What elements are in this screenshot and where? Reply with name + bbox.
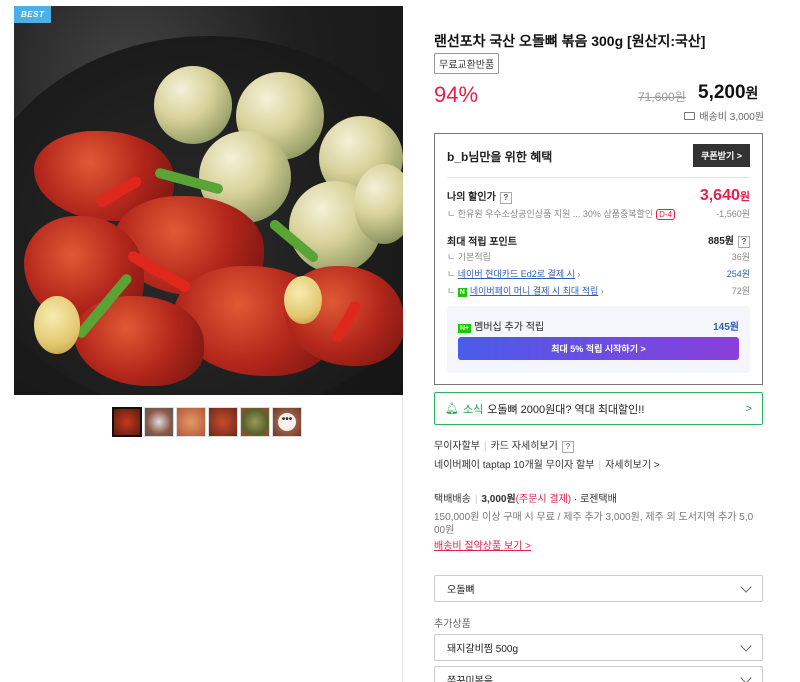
- addon-label: 추가상품: [434, 619, 471, 630]
- card-view-link[interactable]: 카드 자세히보기: [491, 441, 558, 452]
- benefit-box: b_b님만을 위한 혜택 쿠폰받기 > 나의 할인가? 3,640원 ㄴ 한유원…: [434, 133, 763, 385]
- benefit-header: b_b님만을 위한 혜택: [447, 150, 553, 164]
- npay-points-link[interactable]: 네이버페이 머니 결제 시 최대 적립: [470, 286, 598, 296]
- food-image: [14, 36, 403, 395]
- addon-select-2-value: 쭈꾸미볶음: [447, 676, 493, 682]
- sale-price-unit: 원: [745, 85, 759, 101]
- thumbnail-5[interactable]: [240, 407, 270, 437]
- coupon-button[interactable]: 쿠폰받기 >: [693, 144, 750, 167]
- membership-label: 멤버십 추가 적립: [474, 322, 545, 333]
- my-price-value: 3,640: [699, 187, 740, 204]
- notice-prefix: 소식: [462, 403, 484, 416]
- shipping-saving-link[interactable]: 배송비 절약상품 보기 >: [434, 537, 531, 552]
- taptap-row: 네이버페이 taptap 10개월 무이자 할부 | 자세히보기 >: [434, 460, 660, 471]
- help-icon[interactable]: ?: [499, 192, 512, 204]
- my-price-label: 나의 할인가: [447, 192, 496, 203]
- chevron-down-icon: [740, 580, 752, 593]
- my-price-row: 나의 할인가? 3,640원: [447, 187, 750, 205]
- payment-row: 무이자할부 | 카드 자세히보기?: [434, 437, 574, 453]
- thumbnail-3[interactable]: [176, 407, 206, 437]
- thumbnail-4[interactable]: [208, 407, 238, 437]
- help-icon[interactable]: ?: [738, 236, 750, 248]
- notice-banner[interactable]: 🔔︎ 소식 오돌뼈 2000원대? 역대 최대할인!! >: [434, 392, 763, 425]
- shipping-fee-text: 배송비 3,000원: [699, 112, 764, 123]
- delivery-fee-note: (주문시 결제): [515, 494, 572, 505]
- my-price: 3,640원: [700, 187, 750, 205]
- delivery-type: 택배배송: [434, 494, 471, 505]
- delivery-condition-1: 150,000원 이상 구매 시 무료 / 제주 추가 3,000원, 제주 외…: [434, 512, 754, 523]
- product-image-column: BEST •••: [14, 6, 403, 682]
- sale-price: 5,200원: [698, 82, 758, 104]
- bell-icon: 🔔︎: [445, 403, 459, 415]
- dday-badge: D-4: [656, 209, 676, 220]
- points-label: 최대 적립 포인트: [447, 236, 517, 248]
- original-price: 71,600원: [638, 90, 686, 104]
- option-select[interactable]: 오돌뼈: [434, 575, 763, 602]
- npay-points-value: 72원: [731, 286, 750, 296]
- thumbnail-2[interactable]: [144, 407, 174, 437]
- product-title: 랜선포차 국산 오돌뼈 볶음 300g [원산지:국산]: [434, 33, 706, 49]
- help-icon[interactable]: ?: [561, 441, 574, 453]
- sale-price-value: 5,200: [698, 82, 746, 103]
- discount-desc: 한유원 우수소상공인상품 지원 ... 30% 상품중복할인: [457, 209, 654, 219]
- notice-text: 오돌뼈 2000원대? 역대 최대할인!!: [487, 403, 645, 416]
- chevron-down-icon: [740, 639, 752, 652]
- discount-rate: 94%: [434, 82, 479, 107]
- addon-select-1[interactable]: 돼지갈비찜 500g: [434, 634, 763, 661]
- membership-value: 145원: [713, 322, 739, 333]
- shipping-fee: 배송비 3,000원: [684, 108, 764, 123]
- thumbnail-strip: •••: [112, 407, 302, 437]
- chevron-right-icon: ›: [600, 286, 604, 296]
- npay-icon: N: [457, 288, 467, 297]
- discount-detail-row: ㄴ 한유원 우수소상공인상품 지원 ... 30% 상품중복할인 D-4 -1,5…: [447, 209, 750, 220]
- divider: [447, 177, 750, 178]
- membership-box: N+ 멤버십 추가 적립 145원 최대 5% 적립 시작하기 >: [447, 306, 750, 373]
- taptap-label: 네이버페이 taptap 10개월 무이자 할부: [434, 460, 595, 471]
- delivery-condition-2: 00원: [434, 525, 455, 536]
- card-points-row: ㄴ 네이버 현대카드 Ed2로 결제 시 › 254원: [447, 269, 750, 279]
- thumbnail-1[interactable]: [112, 407, 142, 437]
- product-main-image[interactable]: BEST: [14, 6, 403, 395]
- points-value: 885원: [708, 236, 734, 247]
- shipping-saving-text[interactable]: 배송비 절약상품 보기 >: [434, 541, 531, 552]
- delivery-carrier: · 로젠택배: [573, 494, 617, 505]
- more-icon: •••: [278, 413, 296, 431]
- interest-free-label: 무이자할부: [434, 441, 480, 452]
- option-select-value: 오돌뼈: [447, 585, 475, 596]
- basic-points-label: 기본적립: [457, 252, 491, 262]
- product-page: BEST ••• 랜선포차 국산 오돌뼈 볶음 300g [원산지:국산] 무료…: [0, 0, 800, 682]
- membership-row: N+ 멤버십 추가 적립 145원: [458, 318, 739, 333]
- basic-points-value: 36원: [731, 252, 750, 262]
- addon-select-1-value: 돼지갈비찜 500g: [447, 644, 519, 655]
- best-badge: BEST: [14, 6, 52, 23]
- npay-points-row: ㄴ N 네이버페이 머니 결제 시 최대 적립 › 72원: [447, 286, 750, 297]
- free-return-tag: 무료교환반품: [434, 53, 500, 74]
- card-points-link[interactable]: 네이버 현대카드 Ed2로 결제 시: [458, 269, 575, 279]
- discount-amount: -1,560원: [716, 209, 750, 219]
- my-price-unit: 원: [739, 191, 750, 203]
- membership-icon: N+: [458, 324, 472, 333]
- basic-points-row: ㄴ 기본적립 36원: [447, 252, 750, 262]
- truck-icon: [684, 111, 696, 120]
- chevron-down-icon: [740, 671, 752, 682]
- membership-start-button[interactable]: 최대 5% 적립 시작하기 >: [458, 337, 739, 360]
- thumbnail-more[interactable]: •••: [272, 407, 302, 437]
- taptap-view-link[interactable]: 자세히보기 >: [605, 460, 660, 471]
- delivery-fee: 3,000원: [481, 494, 516, 505]
- chevron-right-icon: ›: [577, 269, 581, 279]
- card-points-value: 254원: [726, 269, 750, 279]
- points-row: 최대 적립 포인트 885원?: [447, 232, 750, 248]
- addon-select-2[interactable]: 쭈꾸미볶음: [434, 666, 763, 682]
- delivery-row: 택배배송 | 3,000원(주문시 결제) · 로젠택배: [434, 494, 617, 505]
- chevron-right-icon: >: [745, 402, 752, 415]
